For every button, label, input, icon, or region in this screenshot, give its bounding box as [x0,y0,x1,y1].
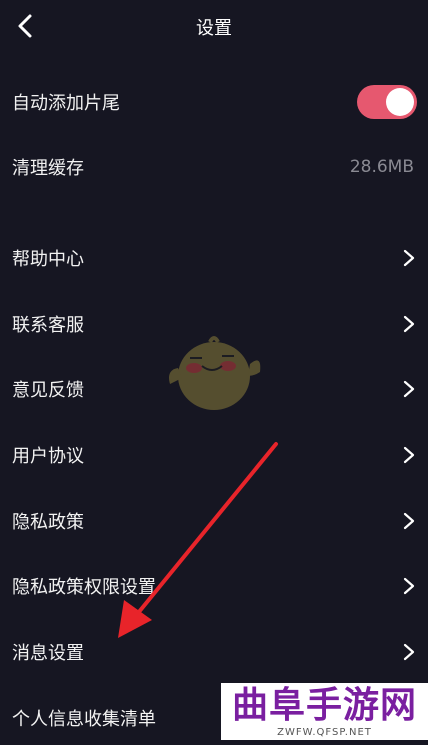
watermark-title: 曲阜手游网 [231,684,417,726]
page-title: 设置 [196,18,232,39]
menu-item-message-settings[interactable]: 消息设置 [0,625,428,679]
chevron-right-icon [403,643,415,661]
cache-size-value: 28.6MB [349,157,414,177]
chevron-right-icon [403,380,415,398]
menu-item-help-center[interactable]: 帮助中心 [0,231,428,285]
chevron-right-icon [403,577,415,595]
menu-item-label: 隐私政策 [12,512,84,533]
menu-item-user-agreement[interactable]: 用户协议 [0,428,428,482]
auto-ending-label: 自动添加片尾 [12,93,120,114]
menu-item-label: 帮助中心 [12,249,84,270]
chevron-right-icon [403,446,415,464]
clear-cache-label: 清理缓存 [12,158,84,179]
mascot-watermark-icon [169,336,261,410]
toggle-knob [386,88,414,116]
menu-item-label: 消息设置 [12,643,84,664]
menu-item-privacy-policy[interactable]: 隐私政策 [0,494,428,548]
menu-item-label: 个人信息收集清单 [12,709,156,730]
menu-item-label: 联系客服 [12,315,84,336]
clear-cache-row[interactable]: 清理缓存 28.6MB [0,140,428,194]
header: 设置 [0,0,428,52]
auto-ending-row[interactable]: 自动添加片尾 [0,75,428,129]
chevron-right-icon [403,315,415,333]
chevron-right-icon [403,512,415,530]
site-watermark: 曲阜手游网 ZWFW.QFSP.NET [221,683,428,740]
auto-ending-toggle[interactable] [357,85,417,119]
menu-item-label: 意见反馈 [12,380,84,401]
menu-item-label: 隐私政策权限设置 [12,577,156,598]
watermark-url: ZWFW.QFSP.NET [277,727,372,738]
menu-item-privacy-permissions[interactable]: 隐私政策权限设置 [0,559,428,613]
menu-item-label: 用户协议 [12,446,84,467]
chevron-right-icon [403,249,415,267]
